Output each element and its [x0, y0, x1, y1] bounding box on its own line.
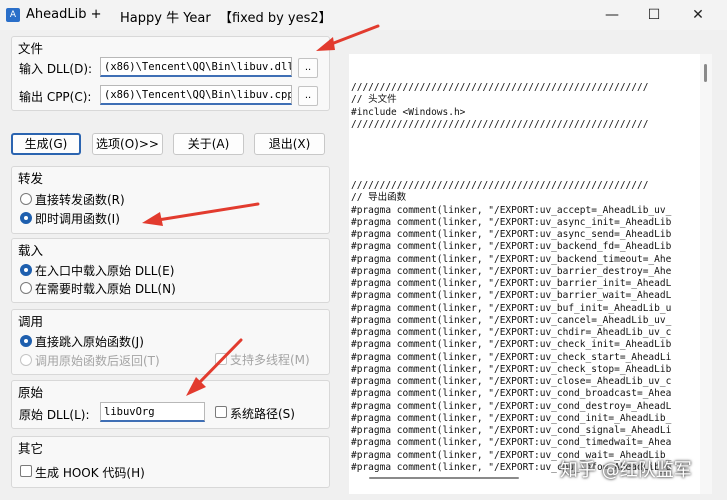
- arrow-icon-origin: [186, 338, 243, 396]
- annotation-arrows: [142, 24, 380, 396]
- arrow-icon-file: [316, 24, 380, 51]
- arrow-icon-instant: [142, 202, 260, 226]
